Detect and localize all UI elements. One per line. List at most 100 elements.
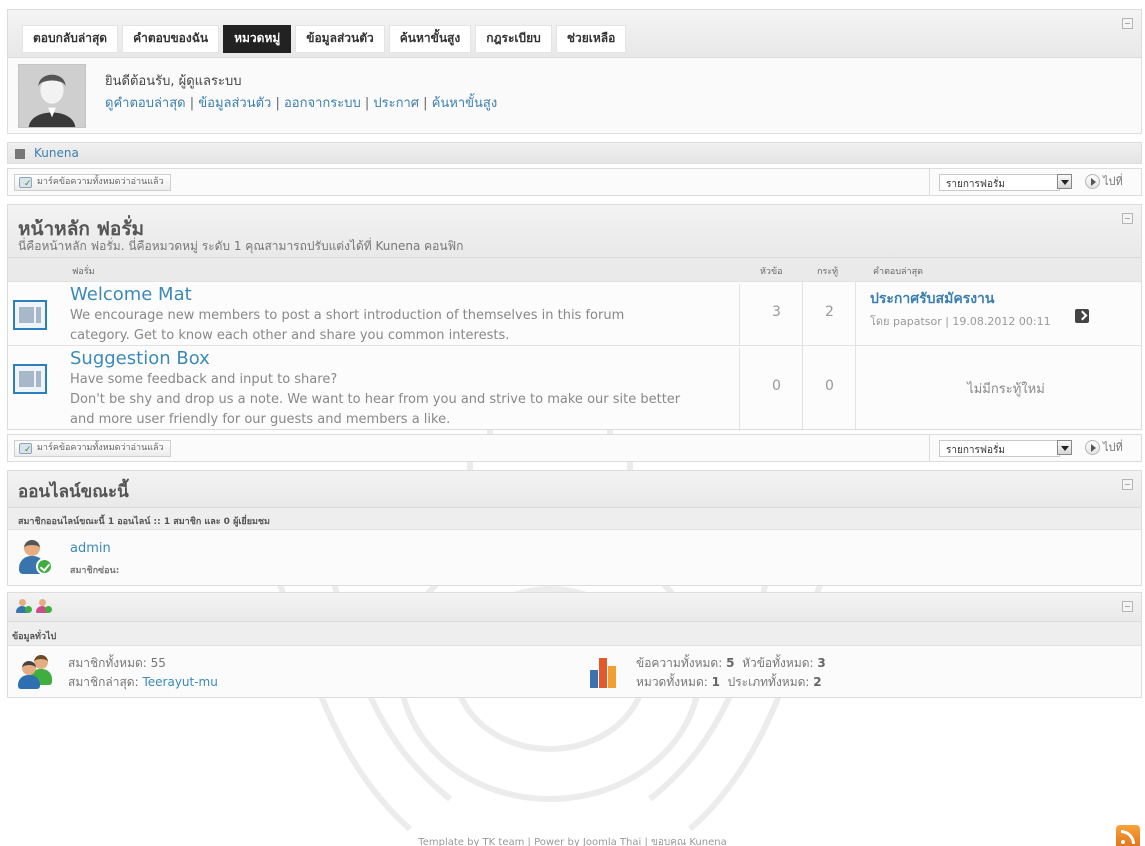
- avatar[interactable]: [18, 64, 86, 128]
- go-icon: [1085, 440, 1100, 455]
- forum-jump: รายการฟอรั่ม ไปที่: [929, 435, 1142, 461]
- online-summary: สมาชิกออนไลน์ขณะนี้ 1 ออนไลน์ :: 1 สมาชิ…: [8, 507, 1141, 529]
- go-button[interactable]: ไปที่: [1083, 438, 1123, 458]
- tab-profile[interactable]: ข้อมูลส่วนตัว: [295, 25, 385, 53]
- mark-read-icon: [19, 443, 32, 458]
- last-post-meta: โดย papatsor | 19.08.2012 00:11: [870, 315, 1051, 328]
- categories-count: 1: [711, 675, 720, 689]
- forum-description: Don't be shy and drop us a note. We want…: [70, 392, 681, 407]
- category-header: หน้าหลัก ฟอรั่ม นี่คือหน้าหลัก ฟอรั่ม. น…: [8, 205, 1141, 257]
- stats-body: สมาชิกทั้งหมด: 55 สมาชิกล่าสุด: Teerayut…: [8, 645, 1141, 697]
- breadcrumb: Kunena: [7, 142, 1142, 164]
- add-user-icon[interactable]: [16, 599, 32, 613]
- user-stats-icon[interactable]: [36, 599, 52, 613]
- tab-categories[interactable]: หมวดหมู่: [223, 25, 292, 53]
- forum-description: and more user friendly for our guests an…: [70, 412, 451, 427]
- collapse-icon[interactable]: [1122, 18, 1133, 29]
- forum-icon[interactable]: [13, 300, 47, 330]
- topics-count: 3: [817, 656, 826, 670]
- messages-count: 5: [726, 656, 735, 670]
- mark-all-read-button[interactable]: มาร์คข้อความทั้งหมดว่าอ่านแล้ว: [14, 440, 171, 458]
- forum-icon[interactable]: [13, 364, 47, 394]
- forum-body: Suggestion Box Have some feedback and in…: [60, 348, 740, 431]
- sections-count: 2: [813, 675, 822, 689]
- category-icon: [15, 149, 25, 159]
- link-logout[interactable]: ออกจากระบบ: [284, 96, 361, 111]
- category-description: นี่คือหน้าหลัก ฟอรั่ม. นี่คือหมวดหมู่ ระ…: [18, 239, 464, 253]
- online-user-link[interactable]: admin: [70, 541, 111, 556]
- no-new-posts: ไม่มีกระทู้ใหม่: [967, 382, 1045, 397]
- forum-row: Welcome Mat We encourage new members to …: [8, 281, 1142, 347]
- select-arrow-icon[interactable]: [1057, 174, 1072, 189]
- forum-toolbar-top: มาร์คข้อความทั้งหมดว่าอ่านแล้ว รายการฟอร…: [7, 168, 1142, 196]
- column-headers: ฟอรั่ม หัวข้อ กระทู้ คำตอบล่าสุด: [8, 257, 1141, 281]
- forum-jump: รายการฟอรั่ม ไปที่: [929, 169, 1142, 195]
- total-members: สมาชิกทั้งหมด: 55: [68, 656, 166, 670]
- last-post-go-icon[interactable]: [1075, 309, 1089, 323]
- forum-title[interactable]: Welcome Mat: [70, 284, 739, 306]
- forum-body: Welcome Mat We encourage new members to …: [60, 284, 740, 347]
- profile-box: ยินดีต้อนรับ, ผู้ดูแลระบบ ดูคำตอบล่าสุด …: [7, 58, 1142, 134]
- link-announcements[interactable]: ประกาศ: [373, 96, 419, 111]
- forum-reply-count: 2: [804, 282, 856, 345]
- stats-section: ข้อมูลทั่วไป สมาชิกทั้งหมด: 55 สมาชิกล่า…: [7, 592, 1142, 698]
- col-forum: ฟอรั่ม: [72, 267, 95, 277]
- members-icon: [18, 655, 54, 689]
- stats-chart-icon: [588, 656, 622, 688]
- collapse-icon[interactable]: [1122, 213, 1133, 224]
- latest-member: สมาชิกล่าสุด: Teerayut-mu: [68, 673, 218, 692]
- online-users: admin สมาชิกซ่อน:: [8, 529, 1141, 585]
- go-icon: [1085, 174, 1100, 189]
- rss-icon[interactable]: [1116, 825, 1140, 846]
- forum-select[interactable]: รายการฟอรั่ม: [939, 440, 1060, 457]
- forum-reply-count: 0: [804, 346, 856, 429]
- forum-topic-count: 0: [751, 346, 803, 429]
- tab-help[interactable]: ช่วยเหลือ: [555, 25, 627, 53]
- forum-title[interactable]: Suggestion Box: [70, 348, 739, 370]
- online-section: ออนไลน์ขณะนี้ สมาชิกออนไลน์ขณะนี้ 1 ออนไ…: [7, 470, 1142, 586]
- forum-row: Suggestion Box Have some feedback and in…: [8, 345, 1142, 431]
- topics-label: หัวข้อทั้งหมด:: [742, 656, 814, 670]
- hidden-members-label: สมาชิกซ่อน:: [70, 566, 120, 576]
- breadcrumb-link-kunena[interactable]: Kunena: [34, 146, 79, 160]
- online-header: ออนไลน์ขณะนี้: [8, 471, 1141, 507]
- category-section-totals: หมวดทั้งหมด: 1 ประเภททั้งหมด: 2: [636, 673, 822, 692]
- forum-description: category. Get to know each other and sha…: [70, 328, 510, 343]
- collapse-icon[interactable]: [1122, 601, 1133, 612]
- categories-label: หมวดทั้งหมด:: [636, 675, 708, 689]
- menu-tabs: ตอบกลับล่าสุด คำตอบของฉัน หมวดหมู่ ข้อมู…: [22, 25, 627, 53]
- footer-credits: Template by TK team | Power by Joomla Th…: [418, 837, 727, 846]
- select-arrow-icon[interactable]: [1057, 440, 1072, 455]
- sections-label: ประเภททั้งหมด:: [727, 675, 810, 689]
- col-replies: กระทู้: [817, 267, 839, 277]
- last-post: ไม่มีกระทู้ใหม่: [870, 346, 1142, 429]
- last-post: ประกาศรับสมัครงาน โดย papatsor | 19.08.2…: [870, 282, 1142, 345]
- collapse-icon[interactable]: [1122, 479, 1133, 490]
- tab-advanced-search[interactable]: ค้นหาขั้นสูง: [388, 25, 472, 53]
- forum-description: Have some feedback and input to share?: [70, 372, 338, 387]
- mark-read-icon: [19, 177, 32, 192]
- link-advanced-search[interactable]: ค้นหาขั้นสูง: [432, 96, 498, 111]
- mark-all-read-button[interactable]: มาร์คข้อความทั้งหมดว่าอ่านแล้ว: [14, 174, 171, 192]
- link-profile[interactable]: ข้อมูลส่วนตัว: [198, 96, 271, 111]
- last-post-title[interactable]: ประกาศรับสมัครงาน: [870, 288, 994, 310]
- message-topic-totals: ข้อความทั้งหมด: 5 หัวข้อทั้งหมด: 3: [636, 654, 826, 673]
- tab-rules[interactable]: กฎระเบียบ: [475, 25, 552, 53]
- go-button[interactable]: ไปที่: [1083, 172, 1123, 192]
- col-topics: หัวข้อ: [760, 267, 783, 277]
- forum-category-section: หน้าหลัก ฟอรั่ม นี่คือหน้าหลัก ฟอรั่ม. น…: [7, 204, 1142, 431]
- mark-all-read-label: มาร์คข้อความทั้งหมดว่าอ่านแล้ว: [37, 443, 164, 453]
- forum-description: We encourage new members to post a short…: [70, 308, 625, 323]
- forum-select[interactable]: รายการฟอรั่ม: [939, 174, 1060, 191]
- go-label: ไปที่: [1103, 441, 1123, 454]
- top-navigation: ตอบกลับล่าสุด คำตอบของฉัน หมวดหมู่ ข้อมู…: [7, 9, 1142, 58]
- latest-member-link[interactable]: Teerayut-mu: [142, 675, 217, 689]
- welcome-text: ยินดีต้อนรับ, ผู้ดูแลระบบ: [105, 74, 242, 89]
- tab-latest-replies[interactable]: ตอบกลับล่าสุด: [22, 25, 119, 53]
- link-latest-replies[interactable]: ดูคำตอบล่าสุด: [105, 96, 186, 111]
- tab-my-replies[interactable]: คำตอบของฉัน: [122, 25, 220, 53]
- latest-member-label: สมาชิกล่าสุด:: [68, 675, 139, 689]
- online-title: ออนไลน์ขณะนี้: [18, 482, 129, 502]
- profile-links: ดูคำตอบล่าสุด | ข้อมูลส่วนตัว | ออกจากระ…: [105, 96, 498, 111]
- mark-all-read-label: มาร์คข้อความทั้งหมดว่าอ่านแล้ว: [37, 177, 164, 187]
